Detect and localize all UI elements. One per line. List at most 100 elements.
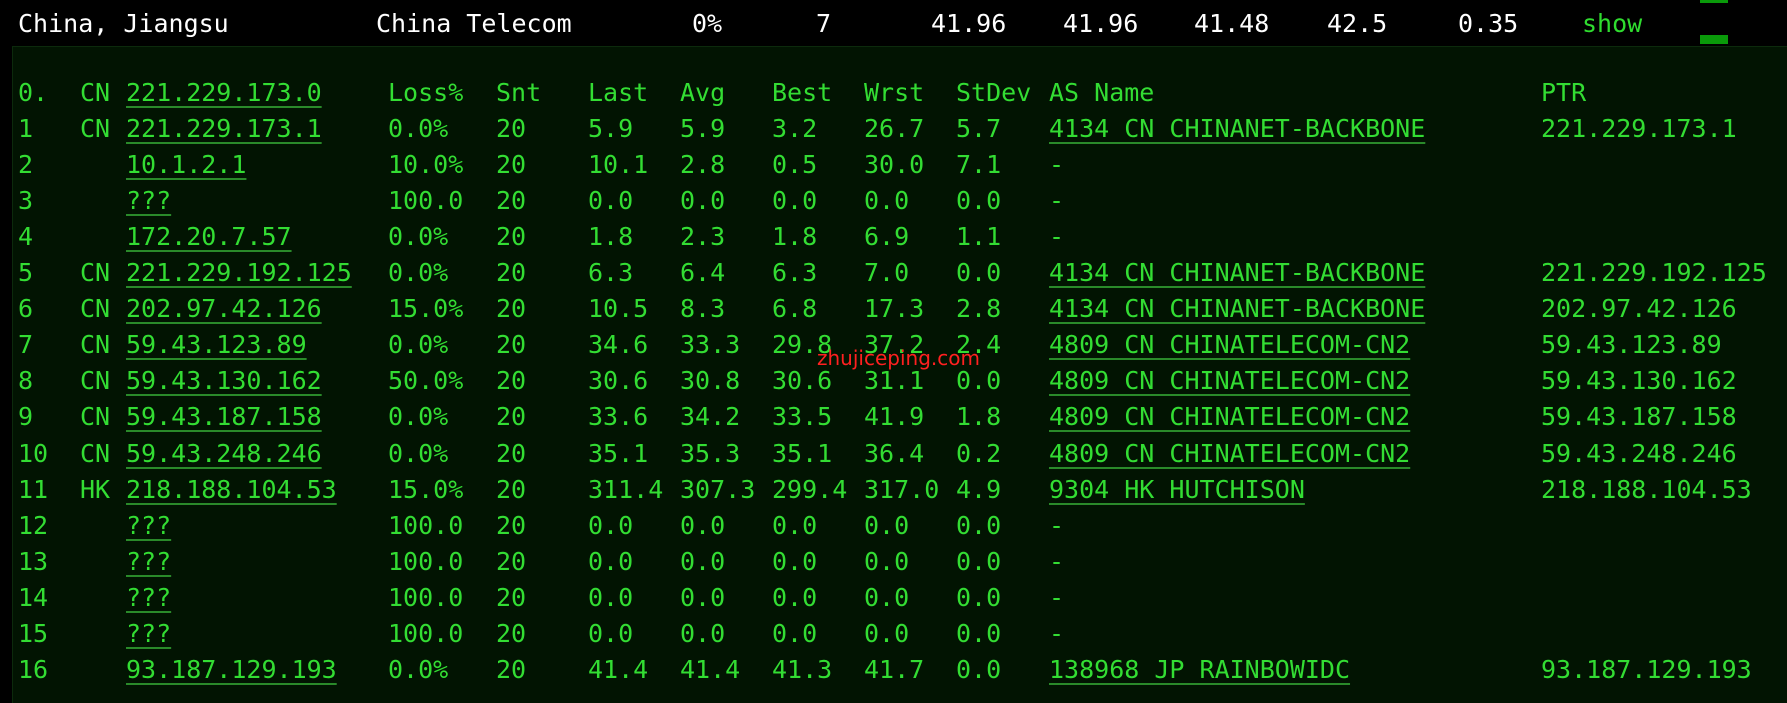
- hop-number: 9: [18, 402, 34, 431]
- hop-number: 16: [18, 655, 49, 684]
- hop-last: 1.8: [588, 222, 634, 251]
- hop-host-link[interactable]: 221.229.192.125: [126, 255, 352, 291]
- hop-stdev: 0.0: [956, 619, 1002, 648]
- summary-last: 41.96: [931, 9, 1007, 38]
- hop-as-name[interactable]: 9304 HK HUTCHISON: [1049, 472, 1305, 508]
- table-row: 6 CN 202.97.42.126 15.0% 20 10.5 8.3 6.8 17.3 2.8…: [0, 291, 1787, 327]
- hop-country: CN: [80, 114, 111, 143]
- hop-stdev: 4.9: [956, 475, 1002, 504]
- hop-best: 3.2: [772, 114, 818, 143]
- hop-loss: 0.0%: [388, 439, 449, 468]
- hop-country: CN: [80, 294, 111, 323]
- hop-ptr: 93.187.129.193: [1541, 655, 1752, 684]
- hop-snt: 20: [496, 150, 527, 179]
- hop-number: 13: [18, 547, 49, 576]
- hop-avg: 34.2: [680, 402, 741, 431]
- hop-number: 10: [18, 439, 49, 468]
- hop-host-link[interactable]: ???: [126, 183, 171, 219]
- hop-host-link[interactable]: ???: [126, 508, 171, 544]
- table-row: 4 172.20.7.57 0.0% 20 1.8 2.3 1.8 6.9 1.1 -: [0, 219, 1787, 255]
- hop-avg: 0.0: [680, 583, 726, 612]
- hop-stdev: 5.7: [956, 114, 1002, 143]
- hop-host-link[interactable]: 218.188.104.53: [126, 472, 337, 508]
- hop-number: 8: [18, 366, 34, 395]
- hop-host-link[interactable]: ???: [126, 544, 171, 580]
- target-index: 0.: [18, 78, 49, 107]
- hop-snt: 20: [496, 583, 527, 612]
- col-avg: Avg: [680, 78, 726, 107]
- hop-loss: 0.0%: [388, 114, 449, 143]
- hop-wrst: 0.0: [864, 619, 910, 648]
- hop-as-name: -: [1049, 186, 1065, 215]
- hop-stdev: 0.2: [956, 439, 1002, 468]
- target-host-link[interactable]: 221.229.173.0: [126, 75, 322, 111]
- hop-snt: 20: [496, 258, 527, 287]
- hop-ptr: 218.188.104.53: [1541, 475, 1752, 504]
- hop-stdev: 2.8: [956, 294, 1002, 323]
- summary-stdev: 0.35: [1458, 9, 1519, 38]
- hop-as-name: -: [1049, 150, 1065, 179]
- hop-stdev: 0.0: [956, 258, 1002, 287]
- hop-as-name[interactable]: 4809 CN CHINATELECOM-CN2: [1049, 327, 1410, 363]
- hop-as-name[interactable]: 4809 CN CHINATELECOM-CN2: [1049, 399, 1410, 435]
- hop-wrst: 0.0: [864, 186, 910, 215]
- hop-as-name[interactable]: 4134 CN CHINANET-BACKBONE: [1049, 291, 1425, 327]
- watermark: zhujiceping.com: [817, 346, 980, 370]
- hop-as-name[interactable]: 4809 CN CHINATELECOM-CN2: [1049, 363, 1410, 399]
- table-row: 2 10.1.2.1 10.0% 20 10.1 2.8 0.5 30.0 7.1 -: [0, 147, 1787, 183]
- hop-host-link[interactable]: 59.43.248.246: [126, 436, 322, 472]
- hop-host-link[interactable]: 10.1.2.1: [126, 147, 246, 183]
- hop-snt: 20: [496, 547, 527, 576]
- hop-avg: 33.3: [680, 330, 741, 359]
- hop-as-name[interactable]: 138968 JP RAINBOWIDC: [1049, 652, 1350, 688]
- hop-best: 0.0: [772, 583, 818, 612]
- table-row: 1 CN 221.229.173.1 0.0% 20 5.9 5.9 3.2 26.7 5.7 41…: [0, 111, 1787, 147]
- hop-best: 33.5: [772, 402, 833, 431]
- hop-last: 33.6: [588, 402, 649, 431]
- hop-as-name: -: [1049, 511, 1065, 540]
- hop-avg: 0.0: [680, 619, 726, 648]
- hop-number: 14: [18, 583, 49, 612]
- hop-avg: 5.9: [680, 114, 726, 143]
- hop-stdev: 0.0: [956, 547, 1002, 576]
- hop-avg: 8.3: [680, 294, 726, 323]
- hop-snt: 20: [496, 294, 527, 323]
- table-row: 10 CN 59.43.248.246 0.0% 20 35.1 35.3 35.1 36.4 0…: [0, 436, 1787, 472]
- hop-loss: 100.0: [388, 619, 464, 648]
- table-row: 13??? 100.0 20 0.0 0.0 0.0 0.0 0.0 -: [0, 544, 1787, 580]
- hop-snt: 20: [496, 366, 527, 395]
- hop-host-link[interactable]: 59.43.187.158: [126, 399, 322, 435]
- target-country: CN: [80, 78, 111, 107]
- hop-wrst: 17.3: [864, 294, 925, 323]
- hop-number: 12: [18, 511, 49, 540]
- hop-loss: 0.0%: [388, 258, 449, 287]
- hop-host-link[interactable]: ???: [126, 616, 171, 652]
- table-row: 11 HK 218.188.104.53 15.0% 20 311.4 307.3 299.4…: [0, 472, 1787, 508]
- hop-host-link[interactable]: ???: [126, 580, 171, 616]
- hop-snt: 20: [496, 619, 527, 648]
- hop-last: 0.0: [588, 547, 634, 576]
- hop-number: 2: [18, 150, 34, 179]
- hop-as-name: -: [1049, 619, 1065, 648]
- hop-wrst: 6.9: [864, 222, 910, 251]
- hop-best: 0.0: [772, 186, 818, 215]
- hop-ptr: 221.229.192.125: [1541, 258, 1767, 287]
- hop-host-link[interactable]: 93.187.129.193: [126, 652, 337, 688]
- hop-host-link[interactable]: 172.20.7.57: [126, 219, 292, 255]
- hop-host-link[interactable]: 59.43.130.162: [126, 363, 322, 399]
- hop-as-name[interactable]: 4134 CN CHINANET-BACKBONE: [1049, 255, 1425, 291]
- hop-last: 311.4: [588, 475, 664, 504]
- hop-host-link[interactable]: 221.229.173.1: [126, 111, 322, 147]
- hop-ptr: 221.229.173.1: [1541, 114, 1737, 143]
- col-ptr: PTR: [1541, 78, 1587, 107]
- hop-loss: 50.0%: [388, 366, 464, 395]
- hop-avg: 2.3: [680, 222, 726, 251]
- hop-host-link[interactable]: 59.43.123.89: [126, 327, 307, 363]
- hop-as-name[interactable]: 4134 CN CHINANET-BACKBONE: [1049, 111, 1425, 147]
- show-button[interactable]: show: [1582, 9, 1642, 39]
- hop-host-link[interactable]: 202.97.42.126: [126, 291, 322, 327]
- hop-as-name[interactable]: 4809 CN CHINATELECOM-CN2: [1049, 436, 1410, 472]
- hop-number: 7: [18, 330, 34, 359]
- hop-country: CN: [80, 402, 111, 431]
- hop-country: CN: [80, 330, 111, 359]
